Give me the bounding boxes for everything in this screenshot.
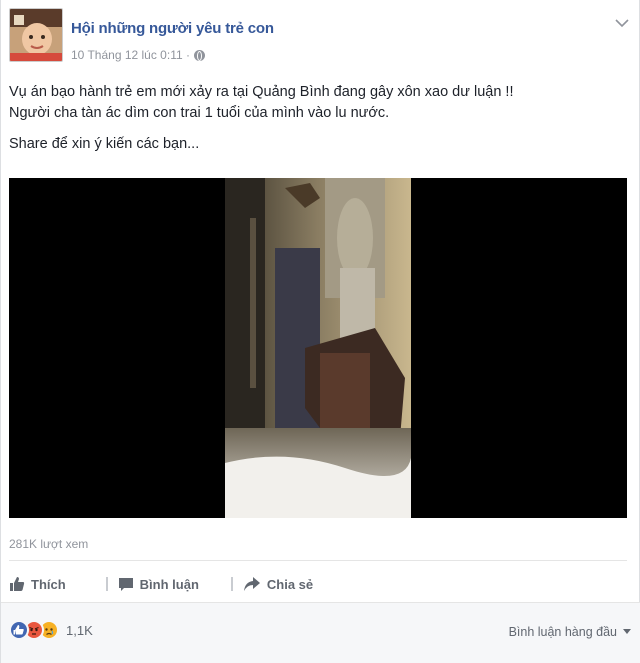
post-timestamp[interactable]: 10 Tháng 12 lúc 0:11 · [71, 48, 190, 62]
share-label: Chia sẻ [266, 576, 314, 592]
post-footer: 1,1K Bình luận hàng đầu [1, 602, 640, 663]
divider-top [9, 560, 627, 561]
post-text: Vụ án bạo hành trẻ em mới xảy ra tại Quả… [9, 82, 629, 166]
comment-icon [118, 578, 133, 591]
like-button[interactable]: Thích [9, 576, 66, 592]
action-separator [105, 577, 108, 591]
comment-label: Bình luận [139, 576, 199, 592]
page-name-link[interactable]: Hội những người yêu trẻ con [71, 20, 274, 37]
like-icon [10, 577, 25, 591]
feed-post: Hội những người yêu trẻ con 10 Tháng 12 … [0, 0, 640, 663]
reaction-summary[interactable]: 1,1K [9, 620, 93, 640]
chevron-down-icon[interactable] [615, 18, 629, 28]
video-player[interactable] [9, 178, 627, 518]
view-count: 281K lượt xem [9, 537, 89, 551]
video-frame [225, 178, 411, 518]
comment-button[interactable]: Bình luận [118, 576, 199, 592]
post-meta: 10 Tháng 12 lúc 0:11 · [71, 48, 205, 62]
share-icon [243, 577, 260, 591]
like-label: Thích [31, 576, 66, 592]
action-bar: Thích Bình luận Chia sẻ [9, 568, 627, 600]
post-header: Hội những người yêu trẻ con 10 Tháng 12 … [9, 8, 633, 64]
comment-sort-label: Bình luận hàng đầu [508, 625, 617, 639]
post-line-2: Người cha tàn ác dìm con trai 1 tuổi của… [9, 105, 390, 121]
share-button[interactable]: Chia sẻ [243, 576, 313, 592]
like-reaction-icon [9, 620, 29, 640]
post-line-1: Vụ án bạo hành trẻ em mới xảy ra tại Quả… [9, 84, 514, 100]
action-separator [230, 577, 233, 591]
globe-icon [193, 49, 205, 61]
sort-caret-icon [623, 629, 631, 634]
reaction-count: 1,1K [66, 622, 93, 638]
post-line-3: Share để xin ý kiến các bạn... [9, 136, 200, 152]
comment-sort-dropdown[interactable]: Bình luận hàng đầu [509, 625, 631, 639]
avatar[interactable] [9, 8, 63, 62]
